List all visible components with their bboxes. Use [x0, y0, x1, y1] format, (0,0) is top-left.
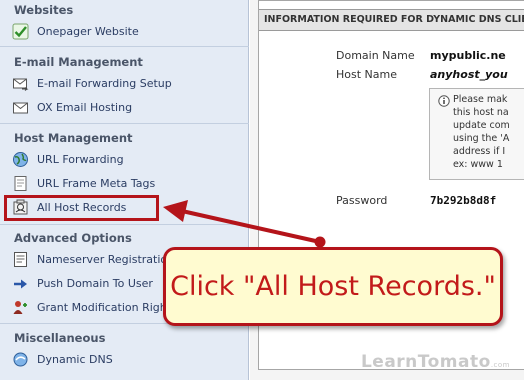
sidebar-item-label: Nameserver Registration	[37, 252, 175, 266]
sidebar-item-label: OX Email Hosting	[37, 100, 133, 114]
watermark-brand: LearnTomato	[360, 352, 491, 372]
section-header-host-management: Host Management	[14, 131, 133, 145]
callout-text: Click "All Host Records."	[170, 271, 496, 302]
sidebar-item-label: URL Frame Meta Tags	[37, 176, 156, 190]
sidebar-item-email-forwarding-setup[interactable]: E-mail Forwarding Setup	[12, 73, 242, 93]
note-text: Please mak this host na update com using…	[453, 94, 510, 170]
instruction-callout: Click "All Host Records."	[163, 247, 503, 326]
divider	[0, 46, 249, 47]
sidebar-item-label: URL Forwarding	[37, 152, 124, 166]
section-header-websites: Websites	[14, 3, 74, 17]
host-name-note: Please mak this host na update com using…	[429, 88, 524, 180]
host-name-value: anyhost_you	[430, 68, 508, 81]
sidebar-item-label: Dynamic DNS	[37, 352, 113, 366]
watermark: LearnTomato.com	[361, 352, 510, 372]
divider	[0, 123, 249, 124]
host-name-label: Host Name	[336, 68, 397, 81]
push-arrow-icon	[12, 275, 29, 292]
watermark-suffix: .com	[490, 361, 510, 369]
sidebar-item-onepager-website[interactable]: Onepager Website	[12, 21, 242, 41]
sidebar-item-label: Grant Modification Rights	[37, 300, 177, 314]
password-value: 7b292b8d8f	[430, 194, 497, 207]
password-label: Password	[336, 194, 388, 207]
sidebar-item-label: Onepager Website	[37, 24, 139, 38]
section-header-email-management: E-mail Management	[14, 55, 143, 69]
envelope-icon	[12, 99, 29, 116]
checkmark-icon	[12, 23, 29, 40]
nameserver-icon	[12, 251, 29, 268]
sidebar-item-label: E-mail Forwarding Setup	[37, 76, 172, 90]
info-icon	[438, 95, 450, 107]
document-icon	[12, 175, 29, 192]
sidebar-item-url-frame-meta-tags[interactable]: URL Frame Meta Tags	[12, 173, 242, 193]
sidebar-item-dynamic-dns[interactable]: Dynamic DNS	[12, 349, 242, 369]
tutorial-screenshot: Websites Onepager Website E-mail Managem…	[0, 0, 524, 380]
sidebar-item-url-forwarding[interactable]: URL Forwarding	[12, 149, 242, 169]
section-header-advanced-options: Advanced Options	[14, 231, 132, 245]
section-header-miscellaneous: Miscellaneous	[14, 331, 106, 345]
envelope-forward-icon	[12, 75, 29, 92]
globe-icon	[12, 151, 29, 168]
sidebar-item-label: Push Domain To User	[37, 276, 153, 290]
divider	[0, 224, 249, 225]
sidebar-item-ox-email-hosting[interactable]: OX Email Hosting	[12, 97, 242, 117]
highlight-box	[4, 195, 159, 221]
domain-name-value: mypublic.ne	[430, 49, 506, 62]
dynamic-dns-icon	[12, 351, 29, 368]
domain-name-label: Domain Name	[336, 49, 415, 62]
panel-title: INFORMATION REQUIRED FOR DYNAMIC DNS CLI…	[259, 9, 524, 31]
user-rights-icon	[12, 299, 29, 316]
